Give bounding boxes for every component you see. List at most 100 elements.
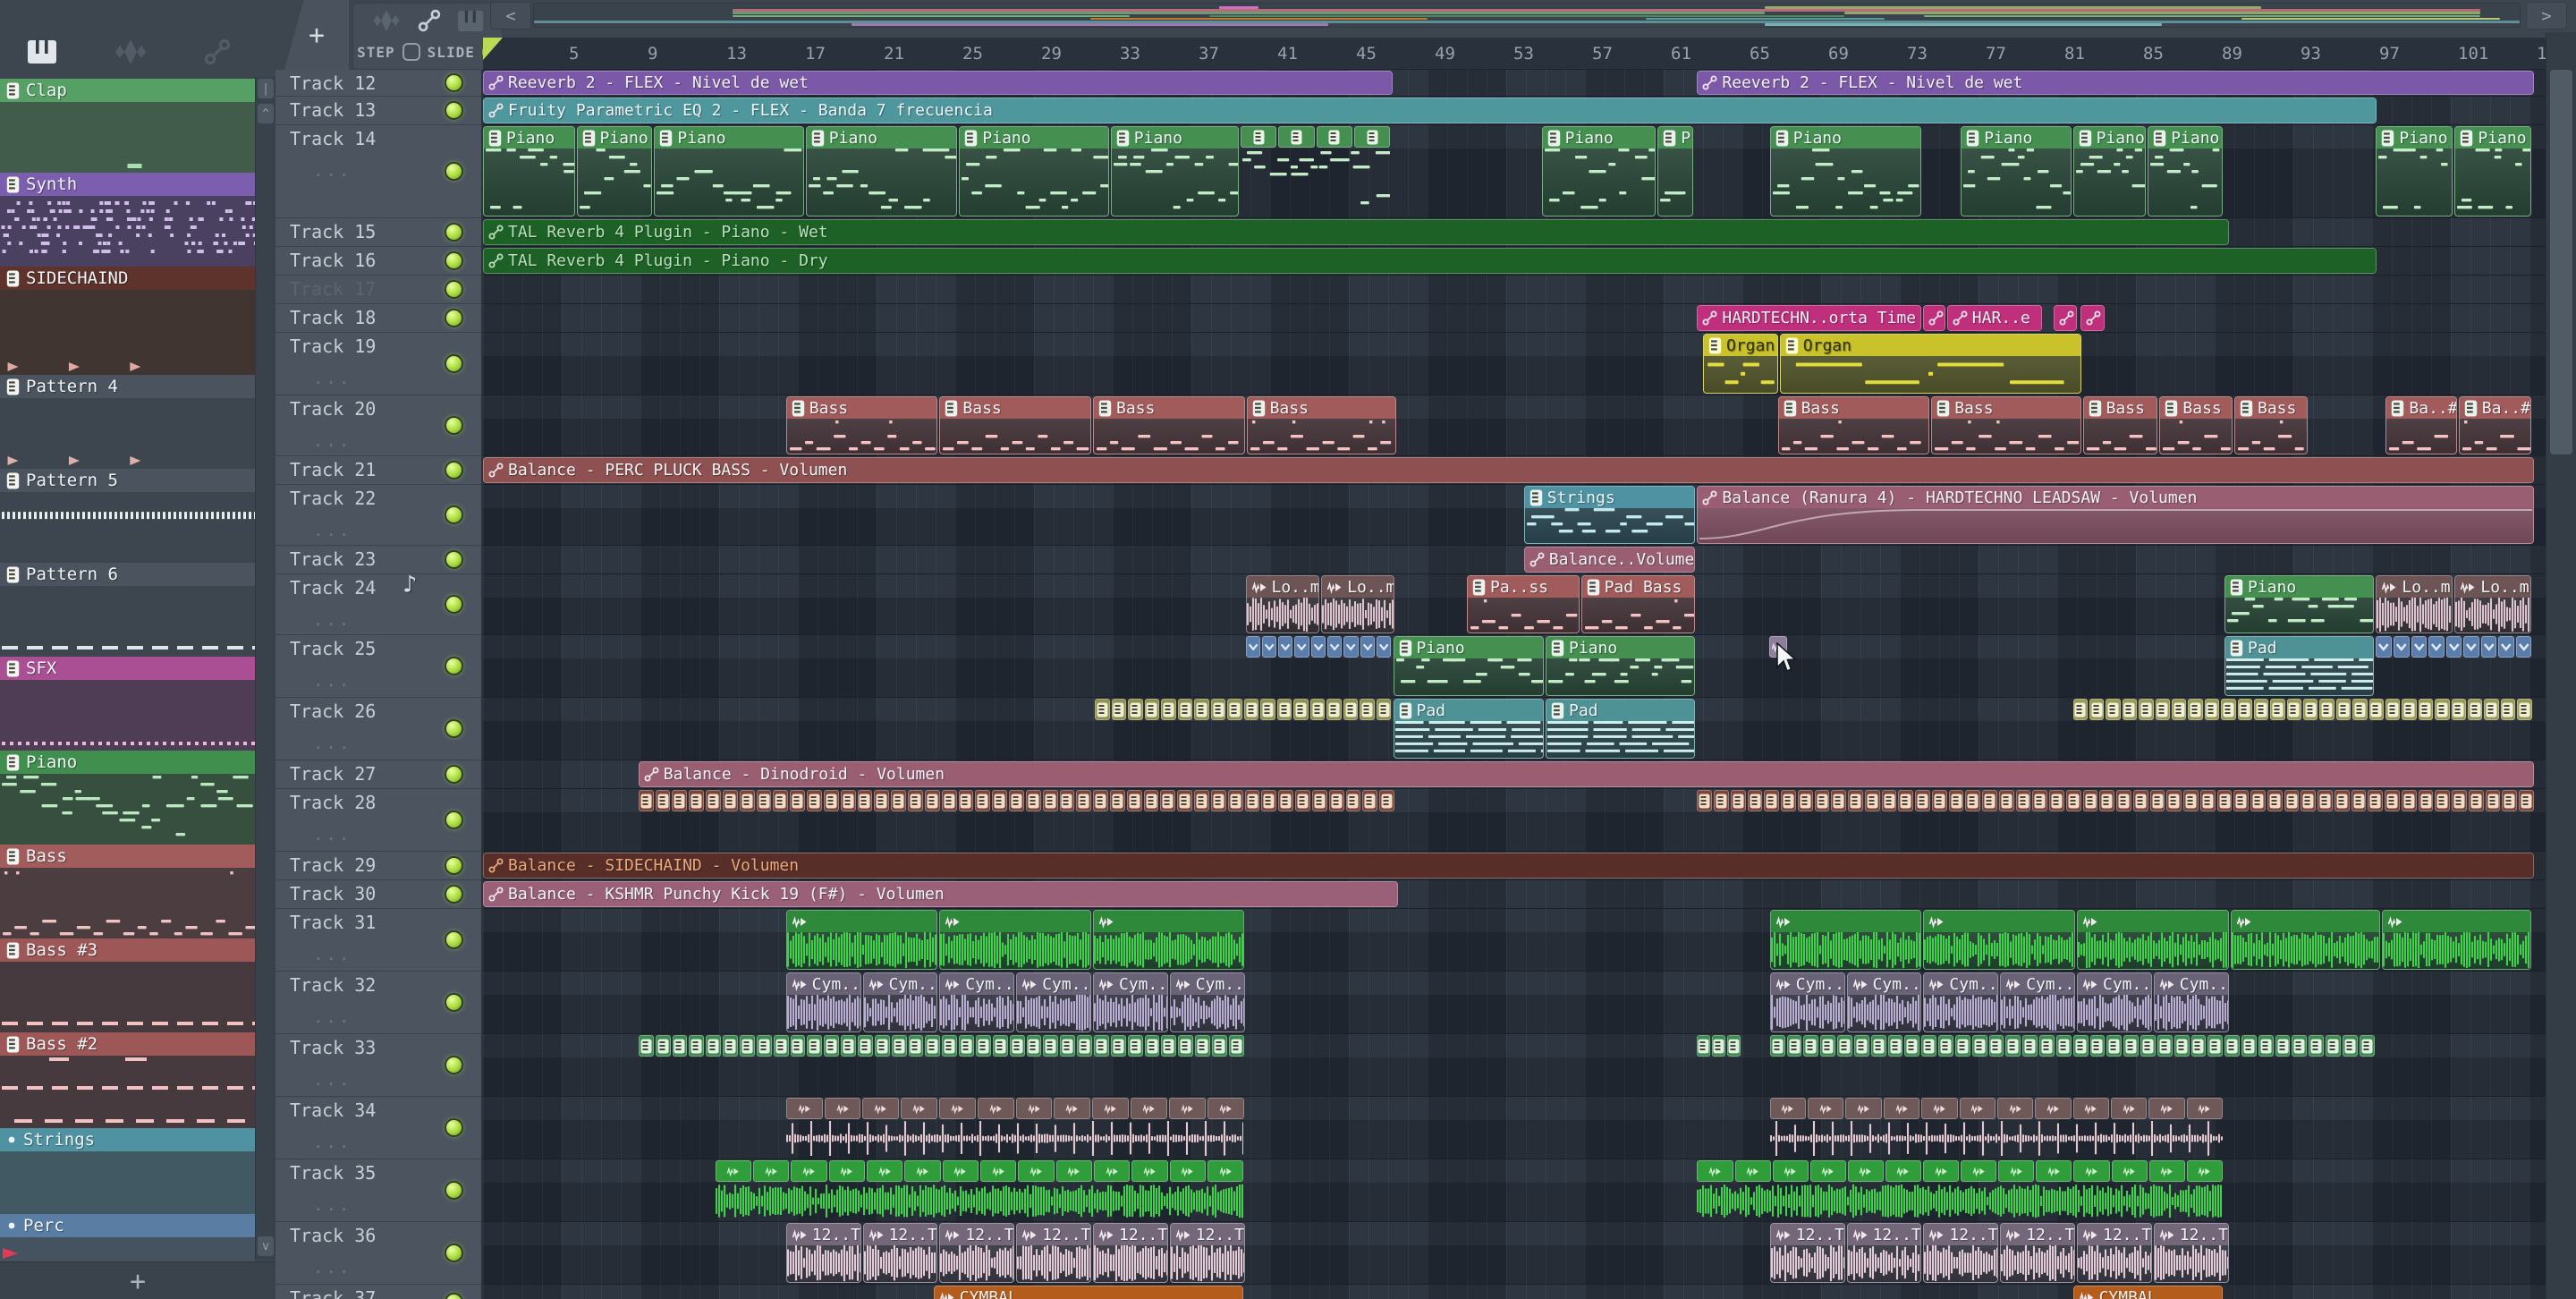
mini-chevron-clip[interactable]: [1294, 636, 1309, 658]
pattern-clip[interactable]: Bass: [2234, 396, 2308, 454]
mini-pattern-clip[interactable]: [1921, 1035, 1937, 1057]
playlist-lane[interactable]: Balance..Volumen: [483, 546, 2546, 574]
mini-pattern-clip[interactable]: [655, 1035, 671, 1057]
picker-item-header[interactable]: SIDECHAIND: [0, 267, 255, 290]
add-track-tab[interactable]: +: [284, 0, 349, 70]
audio-clip[interactable]: 12..TT: [1093, 1223, 1168, 1283]
automation-clip[interactable]: Balance (Ranura 4) - HARDTECHNO LEADSAW …: [1697, 486, 2534, 544]
audio-clip[interactable]: 12..TT: [939, 1223, 1015, 1283]
playlist-lane[interactable]: Reeverb 2 - FLEX - Nivel de wet Reeverb 2…: [483, 70, 2546, 97]
track-name[interactable]: Track 17: [290, 278, 376, 300]
playlist-lane[interactable]: Fruity Parametric EQ 2 - FLEX - Banda 7 …: [483, 97, 2546, 125]
playlist-lane[interactable]: Cym.. Cym.. Cym.. Cym.. Cym.. Cym.. Cym.. Cym..…: [483, 972, 2546, 1034]
mini-chevron-clip[interactable]: [2515, 636, 2532, 658]
mini-pattern-clip[interactable]: [2342, 1035, 2358, 1057]
mini-audio-clip[interactable]: [824, 1098, 861, 1119]
mini-pattern-clip[interactable]: [2224, 1035, 2240, 1057]
mini-pattern-clip[interactable]: [756, 1035, 772, 1057]
mini-chevron-clip[interactable]: [1327, 636, 1343, 658]
mini-pattern-clip[interactable]: [1194, 699, 1209, 720]
pattern-clip[interactable]: Piano: [2148, 126, 2223, 216]
mini-pattern-clip[interactable]: [706, 1035, 722, 1057]
track-name[interactable]: Track 33: [290, 1037, 376, 1058]
scroll-left-button[interactable]: <: [490, 2, 531, 30]
mini-pattern-clip[interactable]: [975, 790, 991, 811]
mini-pattern-clip[interactable]: [1360, 699, 1375, 720]
link-tool-icon[interactable]: [418, 9, 441, 32]
mini-pattern-clip[interactable]: [2485, 790, 2501, 811]
picker-item-header[interactable]: SFX: [0, 657, 255, 680]
audio-clip[interactable]: 12..TT: [785, 1223, 861, 1283]
track-name[interactable]: Track 37: [290, 1287, 376, 1299]
mini-pattern-clip[interactable]: [925, 1035, 941, 1057]
mini-pattern-clip[interactable]: [1076, 790, 1092, 811]
mini-audio-clip[interactable]: [2036, 1160, 2072, 1182]
mini-audio-clip[interactable]: [1959, 1098, 1996, 1119]
audio-clip[interactable]: [2382, 910, 2532, 970]
mini-pattern-clip[interactable]: [1727, 1035, 1741, 1057]
mini-pattern-clip[interactable]: [689, 1035, 705, 1057]
mini-pattern-clip[interactable]: [1241, 126, 1277, 148]
track-name[interactable]: Track 14: [290, 128, 376, 149]
playlist-lane[interactable]: TAL Reverb 4 Plugin - Piano - Wet: [483, 218, 2546, 247]
mini-pattern-clip[interactable]: [706, 790, 721, 811]
mini-pattern-clip[interactable]: [1870, 1035, 1886, 1057]
mini-pattern-clip[interactable]: [2292, 1035, 2308, 1057]
mini-pattern-clip[interactable]: [2385, 790, 2400, 811]
mini-pattern-clip[interactable]: [2140, 1035, 2156, 1057]
mini-audio-clip[interactable]: [1015, 1098, 1053, 1119]
mini-pattern-clip[interactable]: [2183, 790, 2199, 811]
step-toggle[interactable]: [402, 43, 420, 61]
mini-pattern-clip[interactable]: [1144, 1035, 1160, 1057]
mini-pattern-clip[interactable]: [908, 790, 923, 811]
track-name[interactable]: Track 36: [290, 1225, 376, 1246]
mini-pattern-clip[interactable]: [1971, 1035, 1987, 1057]
pattern-clip[interactable]: Piano: [1769, 126, 1922, 216]
playlist-minimap[interactable]: [533, 3, 2521, 28]
mini-pattern-clip[interactable]: [2106, 1035, 2123, 1057]
mini-pattern-clip[interactable]: [807, 1035, 823, 1057]
mini-pattern-clip[interactable]: [1328, 790, 1344, 811]
mini-pattern-clip[interactable]: [1904, 1035, 1920, 1057]
mini-pattern-clip[interactable]: [1362, 790, 1378, 811]
automation-clip[interactable]: Balance - PERC PLUCK BASS - Volumen: [483, 457, 2534, 483]
mini-pattern-clip[interactable]: [823, 790, 839, 811]
mini-pattern-clip[interactable]: [1982, 790, 1997, 811]
mini-pattern-clip[interactable]: [1769, 1035, 1785, 1057]
mini-pattern-clip[interactable]: [1714, 790, 1729, 811]
playlist-lane[interactable]: Strings Balance (Ranura 4) - HARDTECHNO L…: [483, 485, 2546, 546]
mini-pattern-clip[interactable]: [1077, 1035, 1092, 1057]
automation-clip[interactable]: [2080, 305, 2105, 331]
playlist-lane[interactable]: Balance - PERC PLUCK BASS - Volumen: [483, 456, 2546, 485]
pattern-clip[interactable]: Pa..ss: [1467, 575, 1580, 633]
mini-pattern-clip[interactable]: [1820, 1035, 1836, 1057]
playlist-lane[interactable]: HARDTECHN..orta Time HAR..e: [483, 304, 2546, 333]
mini-pattern-clip[interactable]: [1042, 790, 1058, 811]
mini-pattern-clip[interactable]: [2517, 699, 2532, 720]
mini-chevron-clip[interactable]: [1245, 636, 1260, 658]
mini-audio-clip[interactable]: [791, 1160, 827, 1182]
pattern-clip[interactable]: Organ: [1779, 334, 2081, 394]
mini-pattern-clip[interactable]: [2049, 790, 2064, 811]
audio-clip[interactable]: Cym..: [2077, 972, 2152, 1032]
mini-audio-clip[interactable]: [785, 1098, 823, 1119]
mini-audio-clip[interactable]: [1131, 1098, 1167, 1119]
mini-audio-clip[interactable]: [862, 1098, 900, 1119]
playlist-lane[interactable]: [483, 909, 2546, 972]
mini-pattern-clip[interactable]: [1025, 790, 1041, 811]
mini-pattern-clip[interactable]: [2309, 1035, 2325, 1057]
mini-pattern-clip[interactable]: [1227, 790, 1243, 811]
track-mute-led[interactable]: [445, 993, 463, 1012]
mini-pattern-clip[interactable]: [672, 790, 688, 811]
track-mute-led[interactable]: [445, 309, 463, 327]
audio-clip[interactable]: 12..TT: [862, 1223, 938, 1283]
pattern-clip[interactable]: Bass: [1931, 396, 2081, 454]
mini-pattern-clip[interactable]: [2155, 699, 2170, 720]
track-name[interactable]: Track 18: [290, 307, 376, 328]
mini-pattern-clip[interactable]: [1311, 790, 1327, 811]
mini-pattern-clip[interactable]: [1697, 1035, 1711, 1057]
mini-audio-clip[interactable]: [828, 1160, 865, 1182]
track-name[interactable]: Track 12: [290, 72, 376, 94]
picker-scrollbar[interactable]: | ^ v: [255, 77, 276, 1260]
mini-pattern-clip[interactable]: [1210, 699, 1226, 720]
